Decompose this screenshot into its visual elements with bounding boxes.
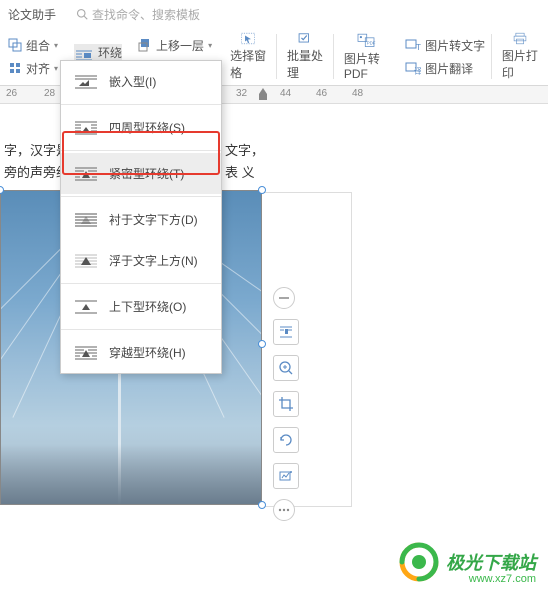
bring-forward-button[interactable]: 上移一层▾ — [138, 37, 212, 54]
wrap-dropdown-menu: 嵌入型(I) 四周型环绕(S) 紧密型环绕(T) 衬于文字下方(D) 浮于文字上… — [60, 60, 222, 374]
up-layer-icon — [138, 38, 152, 52]
menu-topbot[interactable]: 上下型环绕(O) — [61, 286, 221, 327]
combine-label: 组合 — [26, 37, 50, 54]
resize-handle[interactable] — [258, 501, 266, 509]
topdf-button[interactable]: PDF 图片转PDF — [334, 28, 399, 85]
translate-label: 图片翻译 — [425, 60, 473, 77]
tight-icon — [75, 166, 97, 182]
minus-icon — [276, 290, 292, 306]
dots-icon — [276, 502, 292, 518]
svg-text:译: 译 — [414, 67, 421, 75]
topbot-icon — [75, 299, 97, 315]
search-icon — [76, 8, 88, 20]
menu-tight[interactable]: 紧密型环绕(T) — [61, 153, 221, 194]
resize-handle[interactable] — [258, 186, 266, 194]
menu-square-label: 四周型环绕(S) — [109, 119, 185, 136]
wrap-shortcut-button[interactable] — [273, 319, 299, 345]
wrap-label: 环绕 — [98, 44, 122, 61]
pdf-icon: PDF — [353, 32, 379, 48]
fx-icon — [278, 468, 294, 484]
menu-behind-label: 衬于文字下方(D) — [109, 211, 198, 228]
align-icon — [8, 61, 22, 75]
crop-button[interactable] — [273, 391, 299, 417]
print-icon — [507, 32, 533, 45]
selection-pane-button[interactable]: 选择窗格 — [220, 28, 276, 85]
behind-icon — [75, 212, 97, 228]
combine-icon — [8, 38, 22, 52]
watermark-logo: 极光下载站 www.xz7.com — [398, 541, 536, 583]
zoom-button[interactable] — [273, 355, 299, 381]
totext-label: 图片转文字 — [425, 37, 485, 54]
svg-text:T: T — [416, 43, 421, 52]
batch-button[interactable]: 批量处理 — [277, 28, 333, 85]
menu-topbot-label: 上下型环绕(O) — [109, 298, 186, 315]
doc-text-right: 文字，表 义 — [225, 140, 264, 184]
crop-icon — [278, 396, 294, 412]
translate-icon: 译 — [405, 61, 421, 75]
effects-button[interactable] — [273, 463, 299, 489]
selpane-label: 选择窗格 — [230, 47, 266, 81]
thesis-helper-label: 论文助手 — [8, 6, 56, 23]
search-box[interactable]: 查找命令、搜索模板 — [76, 6, 200, 23]
print-button[interactable]: 图片打印 — [492, 28, 548, 85]
totext-icon: T — [405, 38, 421, 52]
menu-through-label: 穿越型环绕(H) — [109, 344, 186, 361]
selection-pane-icon — [235, 32, 261, 45]
menu-front[interactable]: 浮于文字上方(N) — [61, 240, 221, 281]
rotate-icon — [278, 432, 294, 448]
search-placeholder: 查找命令、搜索模板 — [92, 6, 200, 23]
logo-swirl-icon — [398, 541, 440, 583]
menu-tight-label: 紧密型环绕(T) — [109, 165, 184, 182]
resize-handle[interactable] — [258, 340, 266, 348]
collapse-button[interactable] — [273, 287, 295, 309]
menu-inline[interactable]: 嵌入型(I) — [61, 61, 221, 102]
logo-name: 极光下载站 — [446, 549, 536, 575]
front-icon — [75, 253, 97, 269]
zoom-icon — [278, 360, 294, 376]
topdf-label: 图片转PDF — [344, 50, 389, 81]
menu-front-label: 浮于文字上方(N) — [109, 252, 198, 269]
ruler-marker-icon[interactable] — [258, 88, 268, 102]
menu-square[interactable]: 四周型环绕(S) — [61, 107, 221, 148]
translate-button[interactable]: 译 图片翻译 — [405, 60, 485, 77]
square-icon — [75, 120, 97, 136]
up-label: 上移一层 — [156, 37, 204, 54]
totext-button[interactable]: T 图片转文字 — [405, 37, 485, 54]
align-label: 对齐 — [26, 60, 50, 77]
svg-text:PDF: PDF — [367, 40, 376, 45]
logo-url: www.xz7.com — [469, 573, 536, 585]
more-button[interactable] — [273, 499, 295, 521]
menu-through[interactable]: 穿越型环绕(H) — [61, 332, 221, 373]
batch-icon — [292, 32, 318, 45]
rotate-button[interactable] — [273, 427, 299, 453]
inline-icon — [75, 74, 97, 90]
print-label: 图片打印 — [502, 47, 538, 81]
batch-label: 批量处理 — [287, 47, 323, 81]
align-button[interactable]: 对齐▾ — [8, 60, 58, 77]
menu-inline-label: 嵌入型(I) — [109, 73, 156, 90]
combine-button[interactable]: 组合▾ — [8, 37, 58, 54]
wrap-small-icon — [278, 324, 294, 340]
through-icon — [75, 345, 97, 361]
menu-behind[interactable]: 衬于文字下方(D) — [61, 199, 221, 240]
